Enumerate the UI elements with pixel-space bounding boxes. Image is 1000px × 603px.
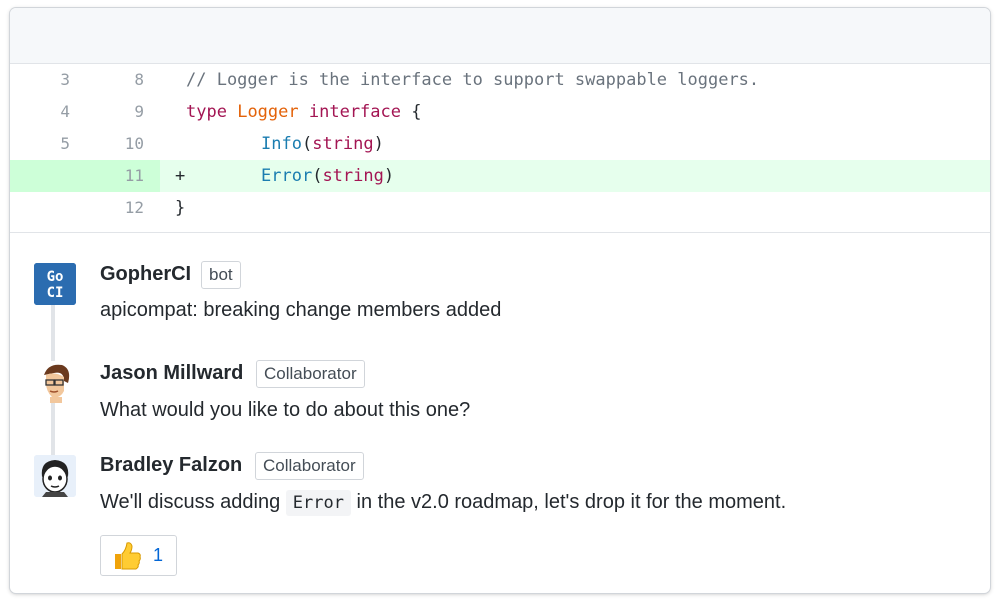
diff-line[interactable]: 12 } bbox=[10, 192, 990, 224]
avatar[interactable]: Go CI bbox=[34, 263, 76, 305]
old-line-number[interactable]: 4 bbox=[10, 96, 70, 128]
new-line-number[interactable]: 8 bbox=[90, 64, 144, 96]
new-line-number[interactable]: 10 bbox=[90, 128, 144, 160]
review-card: 3 8 // Logger is the interface to suppor… bbox=[10, 8, 990, 593]
comment-author[interactable]: GopherCI bbox=[100, 263, 191, 286]
diff-separator bbox=[10, 224, 990, 233]
diff-line[interactable]: 5 10 Info(string) bbox=[10, 128, 990, 160]
code-line: // Logger is the interface to support sw… bbox=[186, 70, 760, 90]
comment-author[interactable]: Bradley Falzon bbox=[100, 454, 242, 477]
comment-body: We'll discuss adding Error in the v2.0 r… bbox=[100, 490, 786, 516]
code-line: Error(string) bbox=[261, 166, 395, 186]
thumbs-up-icon bbox=[115, 542, 141, 570]
old-line-number[interactable] bbox=[10, 160, 70, 192]
reaction-count: 1 bbox=[153, 545, 164, 565]
gopherci-logo-icon: Go CI bbox=[34, 263, 76, 305]
inline-code: Error bbox=[285, 490, 351, 516]
author-badge: Collaborator bbox=[255, 452, 364, 480]
code-line: type Logger interface { bbox=[186, 102, 422, 122]
old-line-number[interactable]: 3 bbox=[10, 64, 70, 96]
diff-line-added[interactable]: 11 + Error(string) bbox=[10, 160, 990, 192]
comment-author[interactable]: Jason Millward bbox=[100, 362, 243, 385]
avatar[interactable] bbox=[34, 361, 76, 403]
user-avatar-icon bbox=[34, 455, 76, 497]
user-avatar-icon bbox=[34, 361, 76, 403]
code-line: } bbox=[175, 198, 186, 218]
diff-line[interactable]: 4 9 type Logger interface { bbox=[10, 96, 990, 128]
comment-body: apicompat: breaking change members added bbox=[100, 299, 502, 321]
diff-line[interactable]: 3 8 // Logger is the interface to suppor… bbox=[10, 64, 990, 96]
new-line-number[interactable]: 12 bbox=[90, 192, 144, 224]
svg-text:Go: Go bbox=[47, 269, 64, 285]
old-line-number[interactable]: 5 bbox=[10, 128, 70, 160]
thumbs-up-reaction-button[interactable]: 1 bbox=[100, 535, 177, 576]
diff-view: 3 8 // Logger is the interface to suppor… bbox=[10, 64, 990, 224]
code-line: Info(string) bbox=[261, 134, 384, 154]
author-badge: Collaborator bbox=[256, 360, 365, 388]
new-line-number[interactable]: 9 bbox=[90, 96, 144, 128]
comment-body: What would you like to do about this one… bbox=[100, 399, 471, 421]
avatar[interactable] bbox=[34, 455, 76, 497]
added-marker: + bbox=[175, 166, 186, 186]
file-header bbox=[10, 8, 990, 64]
svg-text:CI: CI bbox=[47, 285, 64, 301]
new-line-number[interactable]: 11 bbox=[90, 160, 144, 192]
author-badge: bot bbox=[201, 261, 241, 289]
old-line-number[interactable] bbox=[10, 192, 70, 224]
